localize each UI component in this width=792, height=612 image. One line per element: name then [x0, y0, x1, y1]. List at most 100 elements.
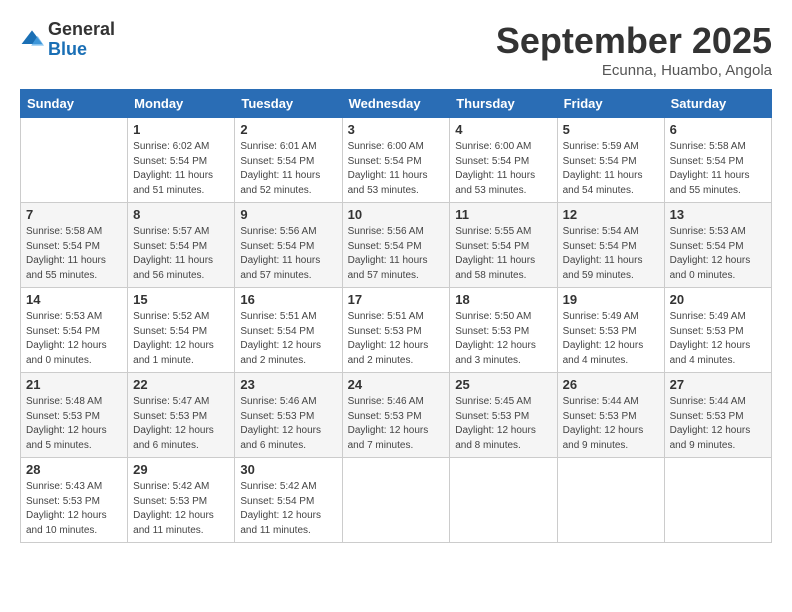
- day-number: 29: [133, 462, 229, 477]
- calendar-cell: 26Sunrise: 5:44 AM Sunset: 5:53 PM Dayli…: [557, 373, 664, 458]
- day-number: 16: [240, 292, 336, 307]
- calendar-cell: [21, 118, 128, 203]
- calendar-cell: 13Sunrise: 5:53 AM Sunset: 5:54 PM Dayli…: [664, 203, 771, 288]
- calendar-cell: 3Sunrise: 6:00 AM Sunset: 5:54 PM Daylig…: [342, 118, 450, 203]
- day-number: 2: [240, 122, 336, 137]
- day-number: 15: [133, 292, 229, 307]
- day-info: Sunrise: 5:53 AM Sunset: 5:54 PM Dayligh…: [26, 310, 122, 368]
- weekday-header-wednesday: Wednesday: [342, 90, 450, 118]
- day-info: Sunrise: 5:56 AM Sunset: 5:54 PM Dayligh…: [348, 225, 445, 283]
- day-info: Sunrise: 5:49 AM Sunset: 5:53 PM Dayligh…: [563, 310, 659, 368]
- calendar-table: SundayMondayTuesdayWednesdayThursdayFrid…: [20, 89, 772, 543]
- day-number: 23: [240, 377, 336, 392]
- week-row-4: 21 Sunrise: 5:48 AM Sunset: 5:53 PM Dayli…: [21, 373, 772, 458]
- calendar-cell: 27Sunrise: 5:44 AM Sunset: 5:53 PM Dayli…: [664, 373, 771, 458]
- weekday-header-friday: Friday: [557, 90, 664, 118]
- day-number: 26: [563, 377, 659, 392]
- calendar-cell: 28 Sunrise: 5:43 AM Sunset: 5:53 PM Dayli…: [21, 458, 128, 543]
- day-number: 5: [563, 122, 659, 137]
- calendar-cell: 25Sunrise: 5:45 AM Sunset: 5:53 PM Dayli…: [450, 373, 557, 458]
- day-info: Sunrise: 6:00 AM Sunset: 5:54 PM Dayligh…: [455, 140, 551, 198]
- day-number: 10: [348, 207, 445, 222]
- day-number: 22: [133, 377, 229, 392]
- day-info: Sunrise: 5:43 AM Sunset: 5:53 PM Dayligh…: [26, 480, 122, 538]
- calendar-cell: 17 Sunrise: 5:51 AM Sunset: 5:53 PM Dayli…: [342, 288, 450, 373]
- day-number: 28: [26, 462, 122, 477]
- calendar-cell: 23 Sunrise: 5:46 AM Sunset: 5:53 PM Dayli…: [235, 373, 342, 458]
- logo-icon: [20, 28, 44, 52]
- day-info: Sunrise: 5:42 AM Sunset: 5:53 PM Dayligh…: [133, 480, 229, 538]
- day-number: 21: [26, 377, 122, 392]
- week-row-5: 28 Sunrise: 5:43 AM Sunset: 5:53 PM Dayli…: [21, 458, 772, 543]
- weekday-header-saturday: Saturday: [664, 90, 771, 118]
- day-info: Sunrise: 5:48 AM Sunset: 5:53 PM Dayligh…: [26, 395, 122, 453]
- day-info: Sunrise: 5:52 AM Sunset: 5:54 PM Dayligh…: [133, 310, 229, 368]
- calendar-cell: 8Sunrise: 5:57 AM Sunset: 5:54 PM Daylig…: [128, 203, 235, 288]
- week-row-3: 14 Sunrise: 5:53 AM Sunset: 5:54 PM Dayli…: [21, 288, 772, 373]
- day-info: Sunrise: 5:50 AM Sunset: 5:53 PM Dayligh…: [455, 310, 551, 368]
- day-info: Sunrise: 5:54 AM Sunset: 5:54 PM Dayligh…: [563, 225, 659, 283]
- calendar-cell: 7 Sunrise: 5:58 AM Sunset: 5:54 PM Daylig…: [21, 203, 128, 288]
- calendar-cell: 9 Sunrise: 5:56 AM Sunset: 5:54 PM Daylig…: [235, 203, 342, 288]
- day-info: Sunrise: 5:51 AM Sunset: 5:53 PM Dayligh…: [348, 310, 445, 368]
- day-number: 19: [563, 292, 659, 307]
- weekday-header-row: SundayMondayTuesdayWednesdayThursdayFrid…: [21, 90, 772, 118]
- day-info: Sunrise: 5:51 AM Sunset: 5:54 PM Dayligh…: [240, 310, 336, 368]
- day-info: Sunrise: 5:47 AM Sunset: 5:53 PM Dayligh…: [133, 395, 229, 453]
- day-info: Sunrise: 6:01 AM Sunset: 5:54 PM Dayligh…: [240, 140, 336, 198]
- week-row-2: 7 Sunrise: 5:58 AM Sunset: 5:54 PM Daylig…: [21, 203, 772, 288]
- day-info: Sunrise: 5:46 AM Sunset: 5:53 PM Dayligh…: [240, 395, 336, 453]
- day-number: 4: [455, 122, 551, 137]
- day-info: Sunrise: 5:58 AM Sunset: 5:54 PM Dayligh…: [26, 225, 122, 283]
- logo: General Blue: [20, 20, 115, 60]
- day-number: 6: [670, 122, 766, 137]
- day-info: Sunrise: 5:44 AM Sunset: 5:53 PM Dayligh…: [670, 395, 766, 453]
- day-info: Sunrise: 6:02 AM Sunset: 5:54 PM Dayligh…: [133, 140, 229, 198]
- day-info: Sunrise: 5:57 AM Sunset: 5:54 PM Dayligh…: [133, 225, 229, 283]
- calendar-cell: 10 Sunrise: 5:56 AM Sunset: 5:54 PM Dayli…: [342, 203, 450, 288]
- title-block: September 2025 Ecunna, Huambo, Angola: [496, 20, 772, 79]
- logo-blue-text: Blue: [48, 40, 115, 60]
- calendar-cell: 19 Sunrise: 5:49 AM Sunset: 5:53 PM Dayli…: [557, 288, 664, 373]
- day-info: Sunrise: 5:46 AM Sunset: 5:53 PM Dayligh…: [348, 395, 445, 453]
- calendar-cell: 24 Sunrise: 5:46 AM Sunset: 5:53 PM Dayli…: [342, 373, 450, 458]
- calendar-cell: [664, 458, 771, 543]
- calendar-cell: 1Sunrise: 6:02 AM Sunset: 5:54 PM Daylig…: [128, 118, 235, 203]
- day-info: Sunrise: 5:55 AM Sunset: 5:54 PM Dayligh…: [455, 225, 551, 283]
- day-number: 17: [348, 292, 445, 307]
- calendar-cell: 4 Sunrise: 6:00 AM Sunset: 5:54 PM Daylig…: [450, 118, 557, 203]
- day-info: Sunrise: 5:49 AM Sunset: 5:53 PM Dayligh…: [670, 310, 766, 368]
- day-info: Sunrise: 5:56 AM Sunset: 5:54 PM Dayligh…: [240, 225, 336, 283]
- day-info: Sunrise: 5:59 AM Sunset: 5:54 PM Dayligh…: [563, 140, 659, 198]
- day-number: 30: [240, 462, 336, 477]
- calendar-cell: 14 Sunrise: 5:53 AM Sunset: 5:54 PM Dayli…: [21, 288, 128, 373]
- calendar-cell: 2 Sunrise: 6:01 AM Sunset: 5:54 PM Daylig…: [235, 118, 342, 203]
- day-number: 24: [348, 377, 445, 392]
- calendar-cell: 5 Sunrise: 5:59 AM Sunset: 5:54 PM Daylig…: [557, 118, 664, 203]
- week-row-1: 1Sunrise: 6:02 AM Sunset: 5:54 PM Daylig…: [21, 118, 772, 203]
- calendar-cell: 21 Sunrise: 5:48 AM Sunset: 5:53 PM Dayli…: [21, 373, 128, 458]
- day-number: 3: [348, 122, 445, 137]
- day-info: Sunrise: 5:45 AM Sunset: 5:53 PM Dayligh…: [455, 395, 551, 453]
- day-number: 20: [670, 292, 766, 307]
- calendar-cell: 6Sunrise: 5:58 AM Sunset: 5:54 PM Daylig…: [664, 118, 771, 203]
- calendar-cell: [450, 458, 557, 543]
- location-text: Ecunna, Huambo, Angola: [496, 62, 772, 79]
- day-number: 11: [455, 207, 551, 222]
- weekday-header-monday: Monday: [128, 90, 235, 118]
- calendar-cell: 18 Sunrise: 5:50 AM Sunset: 5:53 PM Dayli…: [450, 288, 557, 373]
- weekday-header-thursday: Thursday: [450, 90, 557, 118]
- day-number: 7: [26, 207, 122, 222]
- calendar-cell: [342, 458, 450, 543]
- day-number: 12: [563, 207, 659, 222]
- weekday-header-tuesday: Tuesday: [235, 90, 342, 118]
- calendar-cell: 11 Sunrise: 5:55 AM Sunset: 5:54 PM Dayli…: [450, 203, 557, 288]
- calendar-cell: [557, 458, 664, 543]
- day-number: 14: [26, 292, 122, 307]
- day-number: 18: [455, 292, 551, 307]
- calendar-cell: 29 Sunrise: 5:42 AM Sunset: 5:53 PM Dayli…: [128, 458, 235, 543]
- day-number: 9: [240, 207, 336, 222]
- month-title: September 2025: [496, 20, 772, 62]
- page-header: General Blue September 2025 Ecunna, Huam…: [20, 20, 772, 79]
- calendar-cell: 22 Sunrise: 5:47 AM Sunset: 5:53 PM Dayli…: [128, 373, 235, 458]
